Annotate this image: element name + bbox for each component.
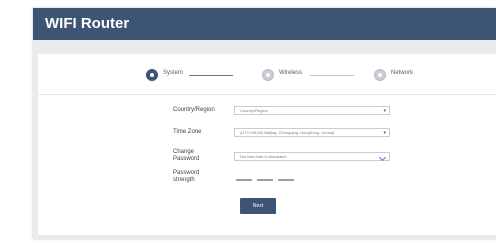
dropdown-arrow-icon: ▾ (383, 130, 386, 136)
timezone-label: Time Zone (173, 129, 202, 135)
password-placeholder: Not less than 6 characters (240, 154, 287, 159)
chevron-down-icon[interactable] (378, 153, 387, 162)
step-wireless-label[interactable]: Wireless (279, 70, 302, 76)
step-connector-1 (189, 75, 233, 76)
dropdown-arrow-icon: ▾ (383, 108, 386, 114)
step-connector-2 (310, 75, 354, 76)
country-label: Country/Region (173, 107, 215, 113)
country-value: Country/Region (240, 108, 268, 113)
step-wireless-icon[interactable] (262, 69, 274, 81)
app-title: WIFI Router (45, 15, 130, 32)
strength-segment-1 (236, 179, 252, 181)
timezone-value: (UTC+08:00) Beijing, Chongqing, HongKong… (240, 130, 335, 135)
setup-steps: System Wireless Network (38, 54, 496, 95)
step-network-icon[interactable] (374, 69, 386, 81)
app-header: WIFI Router (33, 8, 496, 40)
step-network-label[interactable]: Network (391, 70, 413, 76)
strength-segment-2 (257, 179, 273, 181)
step-system-label[interactable]: System (163, 70, 183, 76)
password-label: Change Password (173, 149, 200, 162)
timezone-select[interactable]: (UTC+08:00) Beijing, Chongqing, HongKong… (234, 128, 390, 137)
password-field[interactable]: Not less than 6 characters (234, 152, 390, 162)
setup-panel: System Wireless Network Country/Region C… (38, 54, 496, 235)
strength-segment-3 (278, 179, 294, 181)
step-system-icon[interactable] (146, 69, 158, 81)
router-window: WIFI Router System Wireless Network Coun… (33, 8, 496, 239)
next-button[interactable]: Next (240, 198, 276, 214)
strength-label: Password strength (173, 170, 200, 183)
country-select[interactable]: Country/Region ▾ (234, 106, 390, 115)
